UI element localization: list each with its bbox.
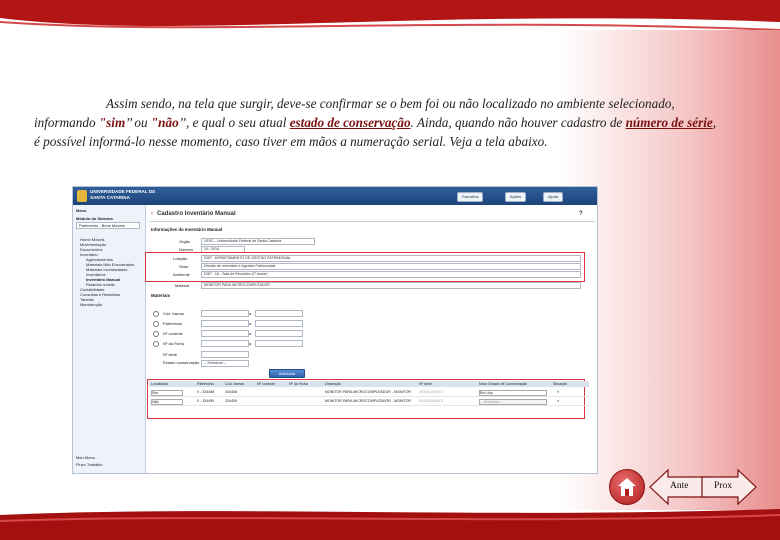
system-main-panel: ‹ Cadastro Inventário Manual ? Informaçõ… bbox=[145, 205, 595, 473]
row-descricao: MONITOR PARA MICROCOMPUTADOR - MONITOR bbox=[325, 390, 411, 394]
filter-range-separator: a bbox=[249, 341, 252, 346]
system-screenshot: UNIVERSIDADE FEDERAL DE SANTA CATARINA F… bbox=[72, 186, 598, 474]
filter-ficha-from[interactable] bbox=[201, 340, 249, 347]
filter-patrimonio-label: Patrimônio bbox=[163, 321, 183, 326]
orgao-label: Órgão bbox=[179, 239, 191, 244]
paragraph-text-2: ’’ ou bbox=[125, 115, 151, 130]
row-codigo-barras: 334459 bbox=[225, 399, 237, 403]
next-button[interactable]: Prox bbox=[700, 468, 758, 506]
filter-codigo-barras-from[interactable] bbox=[201, 310, 249, 317]
filter-serie-input[interactable] bbox=[201, 351, 249, 358]
highlight-numero-serie: número de série bbox=[625, 115, 713, 130]
row-descricao: MONITOR PARA MICROCOMPUTADOR - MONITOR bbox=[325, 399, 411, 403]
lotacao-label: Lotação bbox=[173, 256, 188, 261]
radio-codigo-barras[interactable] bbox=[153, 311, 159, 317]
row-codigo-barras: 334458 bbox=[225, 390, 237, 394]
ambiente-label: Ambiente bbox=[173, 272, 190, 277]
row-serie-input[interactable]: XXXXXXXXXX bbox=[419, 389, 443, 395]
module-select[interactable]: Patrimônio - Bens Móveis bbox=[76, 222, 140, 229]
sidebar-my-menu[interactable]: Meu Menu bbox=[76, 455, 95, 460]
actions-button[interactable]: Ações bbox=[505, 192, 527, 202]
material-label: Material bbox=[175, 283, 190, 288]
university-logo-icon bbox=[77, 190, 87, 202]
filter-ficha-to[interactable] bbox=[255, 340, 303, 347]
col-patrimonio: Patrimônio bbox=[197, 382, 215, 386]
page-title-bar: ‹ Cadastro Inventário Manual ? bbox=[149, 209, 595, 222]
filter-patrimonio-from[interactable] bbox=[201, 320, 249, 327]
filter-controle-to[interactable] bbox=[255, 330, 303, 337]
row-localizado-select[interactable]: Sim bbox=[151, 390, 183, 396]
filter-range-separator: a bbox=[249, 321, 252, 326]
university-name: UNIVERSIDADE FEDERAL DE SANTA CATARINA bbox=[90, 189, 156, 200]
previous-button[interactable]: Ante bbox=[648, 468, 708, 506]
col-localizado: Localizado bbox=[151, 382, 169, 386]
back-arrow-icon[interactable]: ‹ bbox=[151, 211, 153, 217]
col-estado: Novo Estado de Conservação bbox=[479, 382, 527, 386]
items-table-header: Localizado Patrimônio Cód. barras Nº con… bbox=[149, 381, 589, 387]
sidebar-workflow[interactable]: Fluxo Trabalho bbox=[76, 462, 102, 467]
filter-patrimonio-to[interactable] bbox=[255, 320, 303, 327]
section-items-title: Materiais bbox=[151, 293, 171, 298]
row-estado-select[interactable]: -- Selecione -- bbox=[479, 399, 547, 405]
row-estado-select[interactable]: Em Uso bbox=[479, 390, 547, 396]
material-value: MONITOR PARA MICROCOMPUTADOR bbox=[201, 282, 581, 289]
filter-ficha-label: Nº da Ficha bbox=[163, 341, 184, 346]
col-serie: Nº série bbox=[419, 382, 432, 386]
system-sidebar: Menu Módulo do Sistema Patrimônio - Bens… bbox=[73, 205, 146, 473]
table-row: Sim 0 - 334458 334458 MONITOR PARA MICRO… bbox=[149, 389, 589, 397]
highlight-sim: "sim bbox=[98, 115, 126, 130]
row-status-icon: ● bbox=[557, 390, 560, 394]
instruction-paragraph: Assim sendo, na tela que surgir, deve-se… bbox=[34, 94, 724, 151]
favorites-button[interactable]: Favoritos bbox=[457, 192, 484, 202]
row-patrimonio: 0 - 334459 bbox=[197, 399, 215, 403]
row-serie-input[interactable]: XXXXXXXXXX bbox=[419, 398, 443, 404]
filter-codigo-barras-label: Cód. barras bbox=[163, 311, 184, 316]
filter-controle-from[interactable] bbox=[201, 330, 249, 337]
help-button[interactable]: Ajuda bbox=[543, 192, 564, 202]
bottom-decorative-band bbox=[0, 505, 780, 540]
row-status-icon: ● bbox=[557, 399, 560, 403]
page-title: Cadastro Inventário Manual bbox=[157, 211, 236, 217]
next-label: Prox bbox=[714, 481, 732, 491]
module-label: Módulo do Sistema bbox=[76, 216, 113, 221]
section-info-title: Informações do Inventário Manual bbox=[151, 227, 223, 232]
lotacao-value: DGP - DEPARTAMENTO DE GESTÃO PATRIMONIAL bbox=[201, 255, 581, 262]
home-icon bbox=[618, 478, 636, 496]
radio-controle[interactable] bbox=[153, 331, 159, 337]
sidebar-item-list: Home Móveis Movimentação Documentos Inve… bbox=[76, 237, 134, 307]
help-question-icon[interactable]: ? bbox=[579, 211, 583, 217]
sidebar-menu-title: Menu bbox=[76, 208, 87, 213]
filter-range-separator: a bbox=[249, 331, 252, 336]
col-situacao: Situação bbox=[553, 382, 567, 386]
filter-controle-label: Nº controle bbox=[163, 331, 183, 336]
setor-label: Setor bbox=[179, 264, 189, 269]
ambiente-value: DGP - 18 - Sala de Reuniões (1º Andar) bbox=[201, 271, 581, 278]
paragraph-text-4: . Ainda, quando não houver cadastro de bbox=[410, 115, 626, 130]
paragraph-text-3: ’’, e qual o seu atual bbox=[178, 115, 290, 130]
highlight-estado-conservacao: estado de conservação bbox=[289, 115, 411, 130]
filter-estado-label: Estado conservação bbox=[163, 360, 200, 365]
home-button[interactable] bbox=[609, 469, 645, 505]
radio-ficha[interactable] bbox=[153, 341, 159, 347]
row-patrimonio: 0 - 334458 bbox=[197, 390, 215, 394]
setor-value: Divisão de Inventário e Agentes Patrimon… bbox=[201, 263, 581, 270]
add-button[interactable]: Adicionar bbox=[269, 369, 305, 378]
filter-range-separator: a bbox=[249, 311, 252, 316]
highlight-nao: "não bbox=[150, 115, 179, 130]
col-ficha: Nº da Ficha bbox=[289, 382, 308, 386]
sidebar-item-manutencao[interactable]: Manutenção bbox=[76, 302, 134, 307]
col-controle: Nº controle bbox=[257, 382, 275, 386]
system-header: UNIVERSIDADE FEDERAL DE SANTA CATARINA F… bbox=[73, 187, 597, 205]
filter-codigo-barras-to[interactable] bbox=[255, 310, 303, 317]
radio-patrimonio[interactable] bbox=[153, 321, 159, 327]
filter-serie-label: Nº série bbox=[163, 352, 178, 357]
filter-estado-select[interactable]: -- Selecione -- bbox=[201, 360, 249, 367]
col-codigo-barras: Cód. barras bbox=[225, 382, 244, 386]
previous-label: Ante bbox=[670, 481, 689, 491]
row-localizado-select[interactable]: Não bbox=[151, 399, 183, 405]
col-descricao: Descrição bbox=[325, 382, 341, 386]
orgao-value: UFSC - Universidade Federal de Santa Cat… bbox=[201, 238, 315, 245]
table-row: Não 0 - 334459 334459 MONITOR PARA MICRO… bbox=[149, 398, 589, 406]
